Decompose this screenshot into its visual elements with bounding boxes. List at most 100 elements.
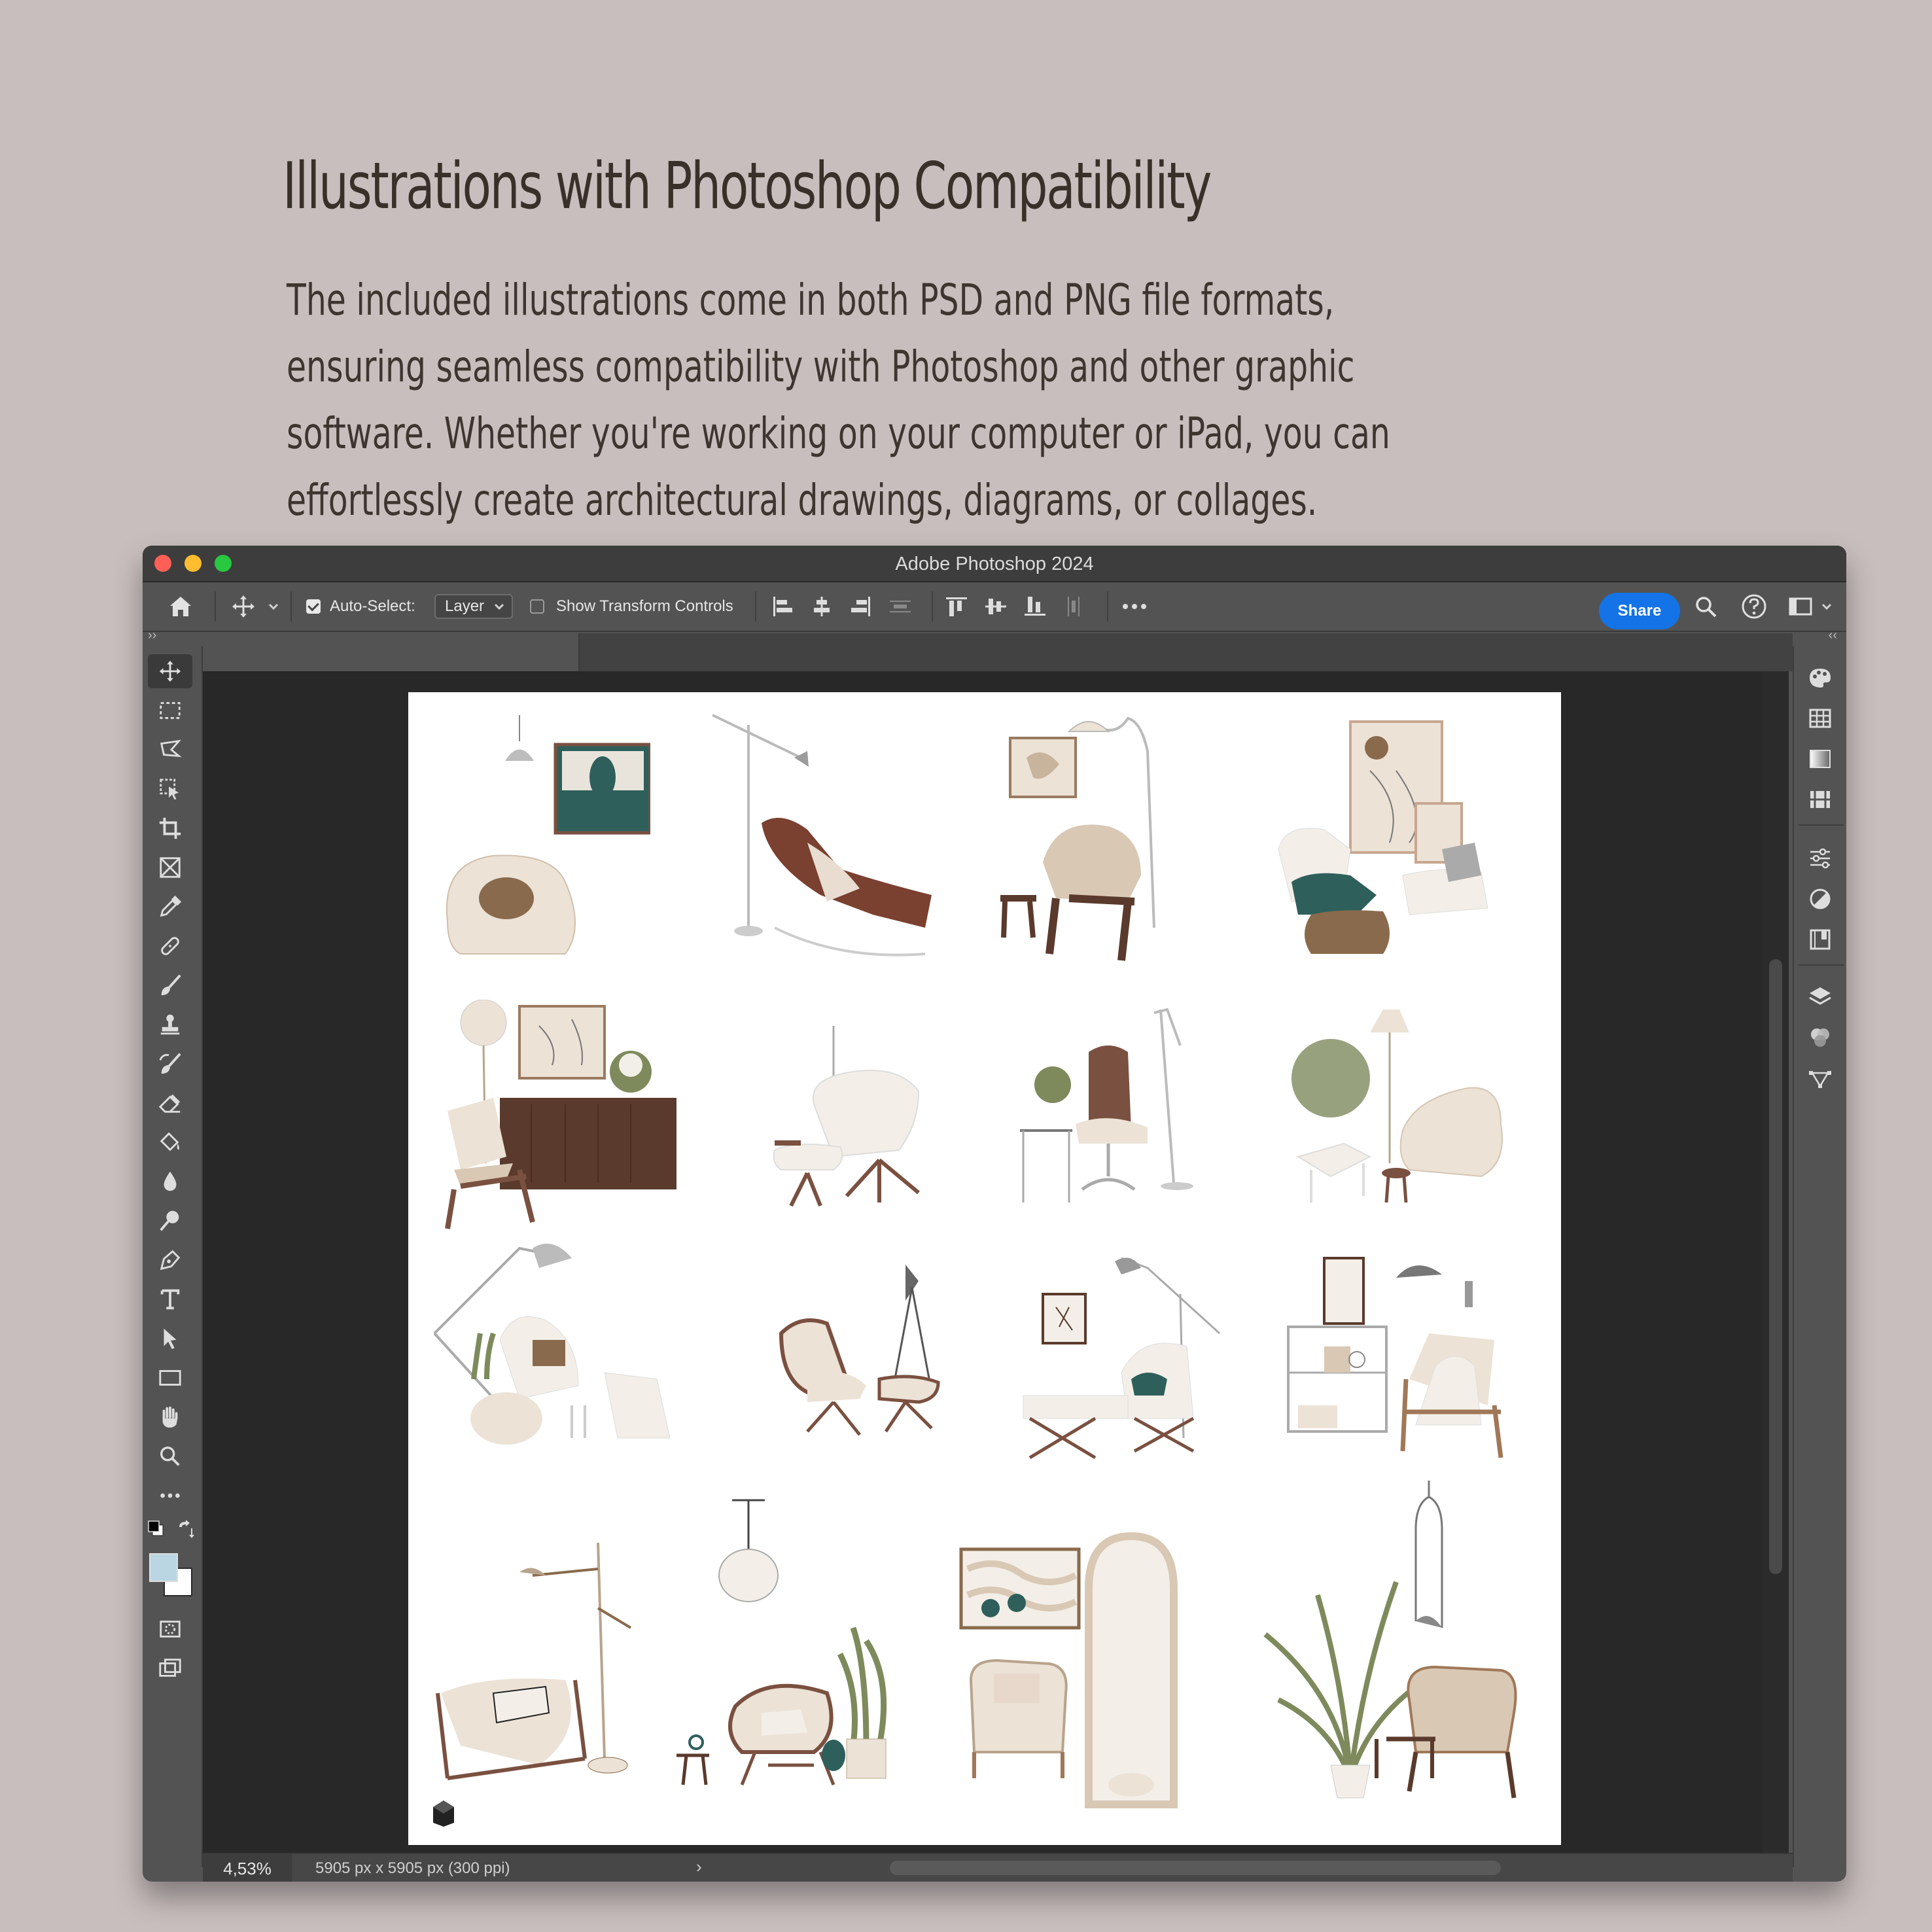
canvas-area[interactable] (203, 671, 1789, 1853)
foreground-color-swatch[interactable] (149, 1553, 178, 1582)
align-top-icon[interactable] (943, 594, 970, 619)
hand-tool[interactable] (148, 1400, 192, 1434)
color-panel-button[interactable] (1806, 663, 1835, 692)
illustration-cart-armchair[interactable] (1285, 1255, 1520, 1471)
dodge-tool[interactable] (148, 1204, 192, 1238)
pen-tool[interactable] (148, 1243, 192, 1277)
align-right-icon[interactable] (848, 594, 874, 619)
illustration-pendant-lamp-beanbag[interactable] (434, 712, 650, 967)
move-tool[interactable] (148, 654, 192, 688)
illustration-sling-chair[interactable] (434, 1530, 644, 1804)
illustration-swivel-chair[interactable] (1017, 1006, 1213, 1216)
expand-toolbar-icon[interactable]: ›› (148, 628, 156, 643)
path-selection-tool[interactable] (148, 1322, 192, 1356)
search-button[interactable] (1693, 594, 1719, 619)
illustration-papasan-chair[interactable] (670, 1497, 919, 1804)
document-tab[interactable] (203, 633, 580, 671)
align-vertical-center-icon[interactable] (983, 594, 1009, 619)
artboard[interactable] (408, 692, 1561, 1845)
workspace-icon (1789, 597, 1812, 616)
illustration-arc-lamp-chair[interactable] (421, 1242, 696, 1484)
align-bottom-icon[interactable] (1022, 594, 1048, 619)
illustration-rattan-mirror[interactable] (958, 1530, 1193, 1811)
swap-colors-icon[interactable] (175, 1519, 195, 1539)
move-tool-preset-button[interactable] (230, 594, 281, 619)
spot-healing-tool[interactable] (148, 929, 192, 963)
illustration-eames-lounge[interactable] (768, 1261, 951, 1464)
channels-panel-button[interactable] (1806, 1023, 1835, 1052)
chevron-down-icon (268, 603, 279, 610)
zoom-level[interactable]: 4,53% (203, 1854, 292, 1882)
workspace-switcher[interactable] (1787, 594, 1833, 619)
paths-panel-button[interactable] (1806, 1064, 1835, 1093)
screen-mode-button[interactable] (148, 1651, 192, 1685)
blur-tool[interactable] (148, 1165, 192, 1199)
rectangle-tool[interactable] (148, 1361, 192, 1395)
rectangular-marquee-tool[interactable] (148, 694, 192, 728)
status-menu-arrow[interactable]: › (696, 1857, 702, 1877)
show-transform-label: Show Transform Controls (556, 597, 733, 615)
illustration-sideboard-armchair[interactable] (434, 1000, 683, 1235)
clone-stamp-tool[interactable] (148, 1008, 192, 1042)
type-tool[interactable] (148, 1282, 192, 1316)
align-left-icon[interactable] (769, 594, 796, 619)
brush-tool[interactable] (148, 968, 192, 1002)
vertical-scrollbar[interactable] (1763, 671, 1789, 1853)
lasso-tool[interactable] (148, 733, 192, 767)
libraries-panel-button[interactable] (1806, 925, 1835, 954)
dodge-icon (160, 1210, 179, 1231)
quick-mask-button[interactable] (148, 1612, 192, 1646)
object-selection-tool[interactable] (148, 772, 192, 806)
hand-icon (162, 1406, 178, 1428)
home-button[interactable] (167, 594, 194, 619)
illustration-palm-armchair[interactable] (1239, 1477, 1527, 1804)
share-button[interactable]: Share (1599, 593, 1680, 629)
illustration-armchair-lamp[interactable] (997, 712, 1220, 967)
layers-panel-button[interactable] (1806, 983, 1835, 1011)
show-transform-control[interactable]: Show Transform Controls (530, 594, 733, 619)
color-swatches[interactable] (148, 1552, 192, 1596)
help-button[interactable] (1740, 594, 1768, 619)
channels-icon (1811, 1028, 1829, 1047)
tools-panel (143, 646, 203, 1867)
vertical-scroll-thumb[interactable] (1769, 959, 1782, 1574)
illustration-lounge-ottoman[interactable] (768, 1019, 938, 1216)
eraser-tool[interactable] (148, 1086, 192, 1120)
illustration-cushions-laptop[interactable] (1272, 718, 1520, 967)
hero-title: Illustrations with Photoshop Compatibili… (283, 149, 1212, 224)
adjustments-panel-button[interactable] (1806, 844, 1835, 873)
horizontal-scroll-thumb[interactable] (890, 1861, 1501, 1875)
patterns-panel-button[interactable] (1806, 785, 1835, 814)
collapse-panels-icon[interactable]: ‹‹ (1829, 628, 1837, 643)
drop-icon (164, 1171, 177, 1191)
rectangle-icon (159, 1370, 181, 1386)
status-bar: 4,53% 5905 px x 5905 px (300 ppi) › (203, 1853, 1793, 1882)
distribute-horizontal-icon[interactable] (1061, 594, 1087, 619)
more-options-button[interactable] (1120, 594, 1149, 619)
auto-select-target[interactable]: Layer (434, 594, 514, 619)
eyedropper-tool[interactable] (148, 890, 192, 924)
frame-tool[interactable] (148, 851, 192, 885)
gradients-panel-button[interactable] (1806, 745, 1835, 773)
zoom-tool[interactable] (148, 1439, 192, 1473)
illustration-beanbag-plant[interactable] (1272, 1006, 1520, 1216)
illustration-barcelona-daybed[interactable] (1017, 1255, 1226, 1471)
default-colors-control[interactable] (147, 1519, 199, 1545)
more-tools-button[interactable] (148, 1479, 192, 1513)
paint-bucket-tool[interactable] (148, 1125, 192, 1159)
properties-panel-button[interactable] (1806, 885, 1835, 913)
object-selection-icon (160, 779, 179, 800)
show-transform-checkbox[interactable] (530, 599, 544, 614)
crop-tool[interactable] (148, 811, 192, 845)
illustration-chaise-lounge[interactable] (709, 712, 945, 967)
align-horizontal-center-icon[interactable] (809, 594, 835, 619)
document-tab-strip (203, 633, 1793, 671)
auto-select-checkbox[interactable] (306, 599, 321, 614)
separator (290, 591, 292, 622)
swatches-panel-button[interactable] (1806, 704, 1835, 733)
history-brush-tool[interactable] (148, 1047, 192, 1081)
distribute-vertical-icon[interactable] (887, 594, 913, 619)
layer-select[interactable]: Layer (434, 594, 514, 619)
auto-select-control[interactable]: Auto-Select: (306, 594, 415, 619)
chevron-down-icon (1821, 603, 1832, 610)
